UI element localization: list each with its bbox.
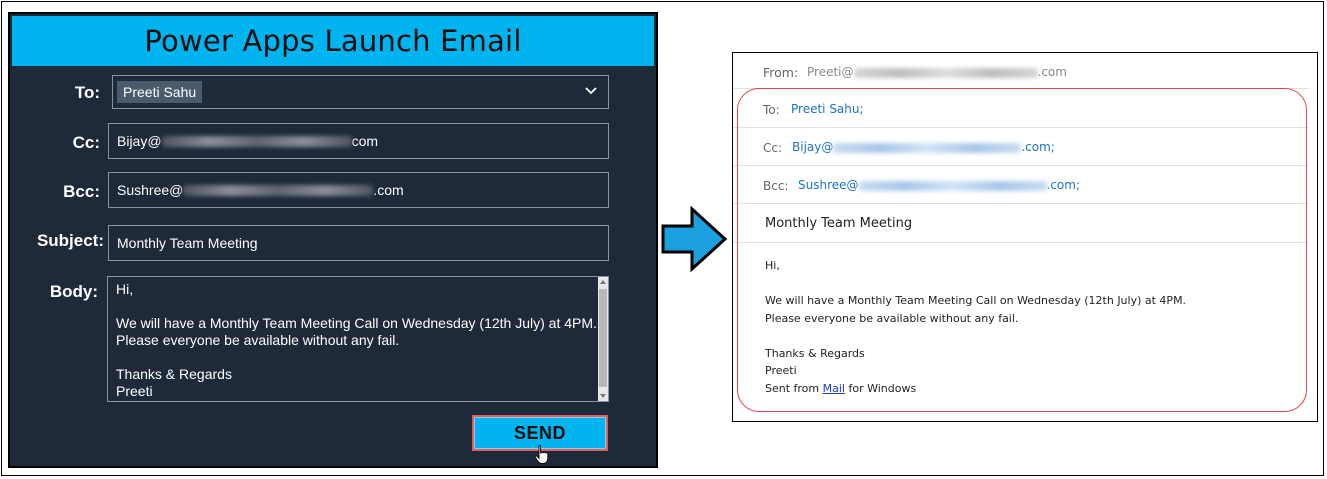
subject-input[interactable]: Monthly Team Meeting: [108, 225, 609, 261]
divider: [733, 203, 1309, 204]
mail-sent-from: Sent from Mail for Windows: [765, 380, 1285, 398]
mail-cc-suffix: .com;: [1021, 140, 1055, 154]
from-suffix: .com: [1037, 65, 1067, 79]
mail-spacer: [765, 327, 1285, 345]
cc-value-suffix: com: [351, 133, 379, 149]
chevron-down-icon[interactable]: [584, 84, 598, 98]
body-line: Thanks & Regards: [116, 366, 232, 382]
mail-subject: Monthly Team Meeting: [765, 216, 913, 231]
redacted-cc-domain: [833, 142, 1022, 153]
mail-cc-prefix: Bijay@: [792, 140, 834, 154]
body-line: Hi,: [116, 281, 134, 297]
mail-closing: Thanks & Regards: [765, 346, 865, 360]
scroll-up-icon[interactable]: [600, 280, 606, 284]
to-selected-value: Preeti Sahu: [117, 81, 203, 103]
redacted-from-domain: [853, 67, 1038, 78]
mail-to-value[interactable]: Preeti Sahu;: [791, 102, 864, 116]
app-header: Power Apps Launch Email: [12, 16, 654, 66]
body-textarea[interactable]: Hi, We will have a Monthly Team Meeting …: [107, 276, 609, 402]
cc-input[interactable]: Bijay@ com: [108, 123, 609, 159]
redacted-bcc-domain: [183, 184, 374, 196]
sent-from-prefix: Sent from: [765, 381, 823, 395]
scroll-down-icon[interactable]: [600, 394, 606, 398]
from-value: Preeti@ .com: [807, 65, 1067, 79]
bcc-value-prefix: Sushree@: [117, 182, 184, 198]
body-line: [116, 349, 600, 366]
mail-bcc-suffix: .com;: [1046, 178, 1081, 192]
mail-app-link[interactable]: Mail: [823, 382, 845, 395]
mail-body: Hi, We will have a Monthly Team Meeting …: [765, 257, 1285, 397]
body-line: [116, 298, 600, 315]
subject-label: Subject:: [36, 231, 104, 250]
sent-from-suffix: for Windows: [844, 381, 917, 395]
cc-value-prefix: Bijay@: [117, 133, 162, 149]
app-title: Power Apps Launch Email: [144, 24, 522, 58]
email-preview: From: Preeti@ .com To: Preeti Sahu; Cc: B…: [732, 52, 1318, 422]
hand-pointer-icon: [534, 445, 549, 464]
redacted-bcc-domain: [858, 180, 1047, 191]
divider: [733, 165, 1309, 166]
mail-cc-value[interactable]: Bijay@ .com;: [792, 140, 1055, 154]
divider: [733, 127, 1309, 128]
body-label: Body:: [49, 282, 98, 301]
scrollbar-thumb[interactable]: [599, 289, 607, 387]
from-prefix: Preeti@: [807, 65, 854, 79]
power-apps-screen: Power Apps Launch Email To: Preeti Sahu …: [8, 12, 658, 468]
mail-spacer: [765, 275, 1285, 293]
from-label: From:: [763, 65, 799, 80]
body-line: Please everyone be available without any…: [116, 332, 400, 348]
redacted-cc-domain: [161, 135, 352, 147]
bcc-label: Bcc:: [63, 182, 100, 201]
mail-bcc-value[interactable]: Sushree@ .com;: [798, 178, 1080, 192]
mail-bcc-label: Bcc:: [763, 179, 789, 193]
body-scrollbar[interactable]: [598, 277, 608, 401]
mail-signature-name: Preeti: [765, 364, 797, 377]
mail-greeting: Hi,: [765, 259, 780, 272]
mail-to-label: To:: [763, 103, 780, 117]
bcc-input[interactable]: Sushree@ .com: [108, 172, 609, 208]
divider: [733, 242, 1309, 243]
bcc-value-suffix: .com: [373, 182, 404, 198]
to-dropdown[interactable]: Preeti Sahu: [112, 75, 609, 109]
to-label: To:: [74, 83, 100, 102]
divider: [733, 88, 1309, 89]
body-line: We will have a Monthly Team Meeting Call…: [116, 315, 597, 331]
body-line: Preeti: [116, 383, 153, 399]
mail-body-line: Please everyone be available without any…: [765, 311, 1019, 325]
mail-bcc-prefix: Sushree@: [798, 178, 859, 192]
right-arrow-icon: [661, 206, 728, 272]
mail-body-line: We will have a Monthly Team Meeting Call…: [765, 294, 1187, 307]
mail-cc-label: Cc:: [763, 141, 783, 155]
cc-label: Cc:: [72, 133, 100, 152]
subject-value: Monthly Team Meeting: [117, 235, 258, 251]
